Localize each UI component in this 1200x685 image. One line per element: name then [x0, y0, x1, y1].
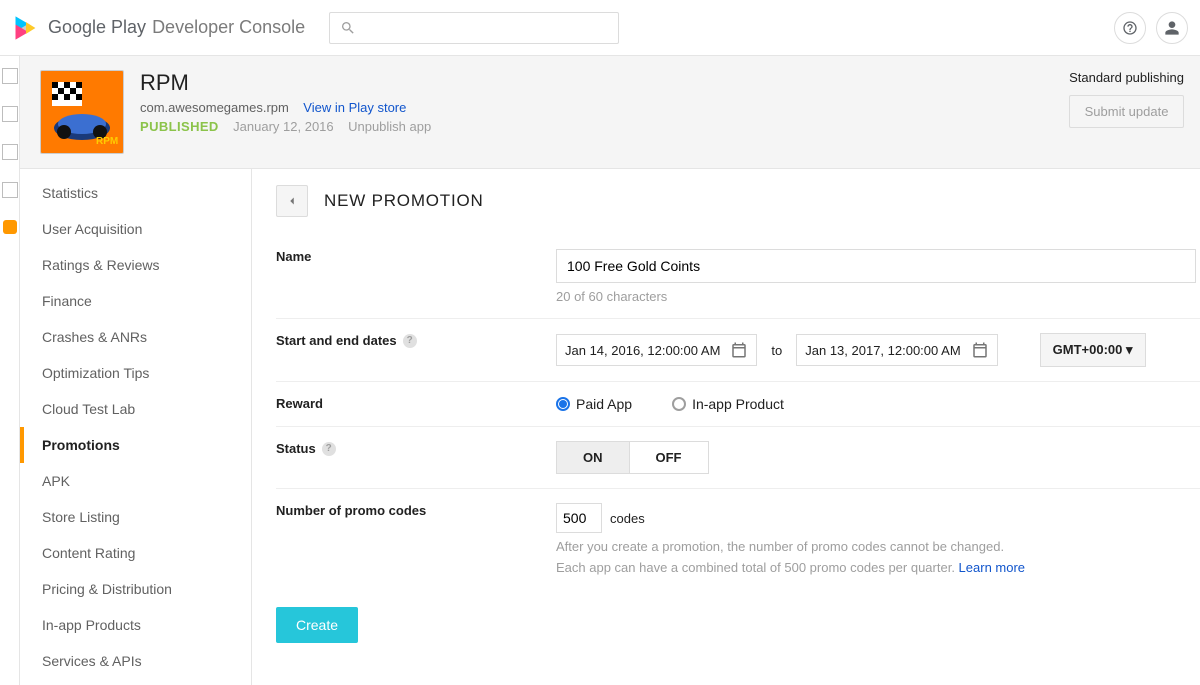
unpublish-link[interactable]: Unpublish app: [348, 119, 431, 134]
end-date-value: Jan 13, 2017, 12:00:00 AM: [805, 343, 960, 358]
sidebar-item-optimization-tips[interactable]: Optimization Tips: [20, 355, 251, 391]
view-in-store-link[interactable]: View in Play store: [303, 100, 406, 115]
publish-date: January 12, 2016: [233, 119, 333, 134]
codes-hint-1: After you create a promotion, the number…: [556, 539, 1200, 554]
sidebar-item-cloud-test-lab[interactable]: Cloud Test Lab: [20, 391, 251, 427]
rail-icon[interactable]: [2, 106, 18, 122]
create-button[interactable]: Create: [276, 607, 358, 643]
calendar-icon: [971, 341, 989, 359]
sidebar-item-promotions[interactable]: Promotions: [20, 427, 251, 463]
start-date-value: Jan 14, 2016, 12:00:00 AM: [565, 343, 720, 358]
help-icon: [1122, 20, 1138, 36]
submit-update-button[interactable]: Submit update: [1069, 95, 1184, 128]
publishing-mode: Standard publishing: [1069, 70, 1184, 85]
search-box[interactable]: [329, 12, 619, 44]
reward-iap-radio[interactable]: In-app Product: [672, 396, 784, 412]
app-summary-band: RPM RPM com.awesomegames.rpm View in Pla…: [20, 56, 1200, 169]
status-on-button[interactable]: ON: [556, 441, 629, 474]
rail-icon[interactable]: [2, 144, 18, 160]
reward-paid-app-radio[interactable]: Paid App: [556, 396, 632, 412]
sidebar-item-statistics[interactable]: Statistics: [20, 175, 251, 211]
reward-paid-label: Paid App: [576, 396, 632, 412]
sidebar-item-ratings-reviews[interactable]: Ratings & Reviews: [20, 247, 251, 283]
name-label: Name: [276, 249, 556, 264]
top-header: Google Play Developer Console: [0, 0, 1200, 56]
publish-status: PUBLISHED: [140, 119, 219, 134]
name-char-count: 20 of 60 characters: [556, 289, 1200, 304]
brand-light: Developer Console: [152, 17, 305, 38]
start-date-picker[interactable]: Jan 14, 2016, 12:00:00 AM: [556, 334, 757, 366]
reward-iap-label: In-app Product: [692, 396, 784, 412]
codes-suffix: codes: [610, 511, 645, 526]
brand-bold: Google Play: [48, 17, 146, 38]
help-button[interactable]: [1114, 12, 1146, 44]
band-right: Standard publishing Submit update: [1069, 70, 1184, 128]
calendar-icon: [730, 341, 748, 359]
app-icon: RPM: [40, 70, 124, 154]
header-right: [1114, 12, 1188, 44]
account-icon: [1164, 20, 1180, 36]
search-icon: [340, 20, 356, 36]
sidebar-item-services-apis[interactable]: Services & APIs: [20, 643, 251, 679]
sidebar-item-pricing-distribution[interactable]: Pricing & Distribution: [20, 571, 251, 607]
svg-text:RPM: RPM: [96, 136, 118, 147]
help-icon[interactable]: ?: [403, 334, 417, 348]
promotion-name-input[interactable]: [556, 249, 1196, 283]
google-play-logo-icon: [12, 14, 40, 42]
sidebar-item-user-acquisition[interactable]: User Acquisition: [20, 211, 251, 247]
rail-icon[interactable]: [2, 68, 18, 84]
timezone-value: GMT+00:00 ▾: [1053, 342, 1133, 358]
sidebar-item-apk[interactable]: APK: [20, 463, 251, 499]
package-id: com.awesomegames.rpm: [140, 100, 289, 115]
section-sidebar: StatisticsUser AcquisitionRatings & Revi…: [20, 169, 252, 685]
sidebar-item-store-listing[interactable]: Store Listing: [20, 499, 251, 535]
sidebar-item-crashes-anrs[interactable]: Crashes & ANRs: [20, 319, 251, 355]
timezone-select[interactable]: GMT+00:00 ▾: [1040, 333, 1146, 367]
codes-hint-2: Each app can have a combined total of 50…: [556, 560, 959, 575]
sidebar-item-content-rating[interactable]: Content Rating: [20, 535, 251, 571]
status-toggle: ON OFF: [556, 441, 1200, 474]
search-input[interactable]: [364, 20, 608, 35]
account-button[interactable]: [1156, 12, 1188, 44]
chevron-left-icon: [285, 194, 299, 208]
reward-label: Reward: [276, 396, 556, 411]
promotion-form: NEW PROMOTION Name 20 of 60 characters S…: [252, 169, 1200, 685]
app-name: RPM: [140, 70, 431, 96]
codes-label: Number of promo codes: [276, 503, 556, 518]
dates-label: Start and end dates: [276, 333, 397, 348]
app-meta: RPM com.awesomegames.rpm View in Play st…: [140, 70, 431, 134]
app-rail: [0, 56, 20, 685]
to-label: to: [771, 343, 782, 358]
console-title: Google Play Developer Console: [48, 17, 305, 38]
back-button[interactable]: [276, 185, 308, 217]
promo-codes-input[interactable]: [556, 503, 602, 533]
sidebar-item-finance[interactable]: Finance: [20, 283, 251, 319]
sidebar-item-in-app-products[interactable]: In-app Products: [20, 607, 251, 643]
status-label: Status: [276, 441, 316, 456]
end-date-picker[interactable]: Jan 13, 2017, 12:00:00 AM: [796, 334, 997, 366]
rail-icon-active[interactable]: [3, 220, 17, 234]
learn-more-link[interactable]: Learn more: [959, 560, 1025, 575]
page-title: NEW PROMOTION: [324, 191, 484, 211]
status-off-button[interactable]: OFF: [629, 441, 709, 474]
rail-icon[interactable]: [2, 182, 18, 198]
help-icon[interactable]: ?: [322, 442, 336, 456]
